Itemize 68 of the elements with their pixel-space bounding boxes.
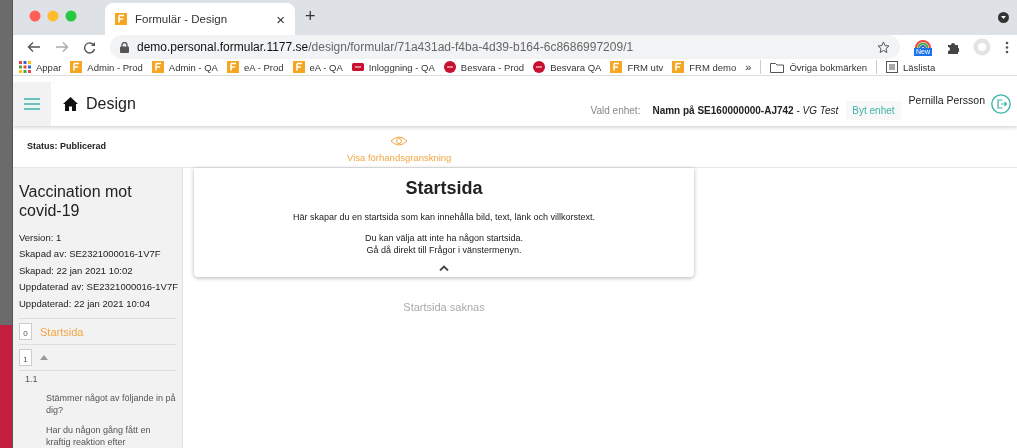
address-field[interactable]: demo.personal.formular.1177.se/design/formular/71a431ad-f4ba-4d39-b164-6c8686997209/1 [110, 35, 900, 60]
bookmark[interactable]: Besvara - Prod [443, 61, 525, 74]
bookmark[interactable]: eA - QA [292, 61, 343, 74]
card-text: Här skapar du en startsida som kan innehålla bild, text, länk och villkorstext. [292, 210, 596, 223]
close-icon[interactable]: × [276, 10, 285, 28]
browser-tab[interactable]: Formulär - Design × [105, 3, 295, 36]
bookmark-folder[interactable]: Övriga bokmärken [770, 61, 867, 73]
empty-message: Startsida saknas [402, 300, 486, 313]
question-link[interactable]: Stämmer något av följande in på dig? [46, 392, 176, 416]
tab-title: Formulär - Design [135, 13, 229, 26]
logout-icon[interactable] [991, 94, 1011, 115]
menu-icon [24, 98, 40, 111]
lock-icon [120, 41, 129, 53]
bookmark[interactable]: Besvara QA [533, 61, 602, 74]
home-icon[interactable] [63, 97, 78, 112]
page-title: Design [86, 95, 136, 114]
bookmark[interactable]: Admin - Prod [70, 61, 143, 74]
bookmark[interactable]: FRM demo [672, 61, 737, 74]
question-link[interactable]: Har du någon gång fått en kraftig reaktion efter [46, 424, 176, 448]
window-controls-icon [29, 9, 79, 22]
rainbow-extension-icon[interactable] [914, 38, 932, 49]
favicon-icon [610, 61, 623, 74]
page-icon[interactable]: 0 [19, 323, 32, 340]
folder-icon [770, 61, 785, 73]
eye-icon [390, 135, 409, 146]
collapse-chevron-icon[interactable] [439, 264, 449, 271]
favicon-icon [226, 61, 239, 74]
favicon-icon [672, 61, 685, 74]
reload-icon[interactable] [83, 40, 96, 54]
bookmark[interactable]: Appar [19, 61, 62, 74]
new-tab-button[interactable]: + [305, 6, 316, 28]
form-info-text: Version: 1 [19, 230, 63, 245]
form-title: Vaccination mot covid-19 [19, 181, 133, 220]
bookmark[interactable]: eA - Prod [226, 61, 284, 74]
status-text: Status: Publicerad [27, 141, 108, 152]
reading-list-button[interactable]: Läslista [886, 61, 936, 74]
bookmark[interactable]: FRM utv [610, 61, 664, 74]
card-text: Gå då direkt till Frågor i vänstermenyn. [366, 243, 522, 256]
card-text: Du kan välja att inte ha någon startsida. [364, 231, 524, 244]
url-text: demo.personal.formular.1177.se/design/formular/71a431ad-f4ba-4d39-b164-6c8686997209/1 [137, 40, 634, 55]
favicon-icon [70, 61, 83, 74]
unit-name: Namn på SE160000000-AJ742 - VG Test [652, 105, 839, 117]
favicon-icon [292, 61, 305, 74]
favicon-icon [533, 61, 546, 74]
user-name: Pernilla Persson [908, 94, 985, 107]
more-menu-icon[interactable] [1005, 40, 1009, 54]
bookmark[interactable]: Inloggning - QA [351, 61, 435, 74]
profile-menu-icon[interactable] [998, 12, 1009, 24]
favicon-icon [115, 13, 127, 26]
section-number: 1.1 [25, 374, 39, 384]
favicon-icon [351, 61, 364, 74]
page-icon[interactable]: 1 [19, 349, 32, 366]
overflow-button[interactable]: » [745, 61, 752, 74]
favicon-icon [443, 61, 456, 74]
form-info-text: Uppdaterad: 22 jan 2021 10:04 [19, 296, 151, 311]
apps-icon [19, 61, 31, 74]
list-icon [886, 61, 898, 74]
bookmark[interactable]: Admin - QA [151, 61, 218, 74]
form-info-text: Skapad: 22 jan 2021 10:02 [19, 263, 134, 278]
puzzle-icon[interactable] [946, 40, 959, 54]
caret-icon[interactable] [40, 355, 48, 360]
card-title: Startsida [405, 177, 483, 199]
form-info-text: Skapad av: SE2321000016-1V7F [19, 247, 162, 261]
back-icon[interactable] [27, 41, 41, 54]
star-icon[interactable] [877, 40, 890, 54]
unit-label: Vald enhet: [590, 105, 641, 117]
favicon-icon [151, 61, 164, 74]
form-info-text: Uppdaterad av: SE2321000016-1V7F [19, 280, 176, 294]
